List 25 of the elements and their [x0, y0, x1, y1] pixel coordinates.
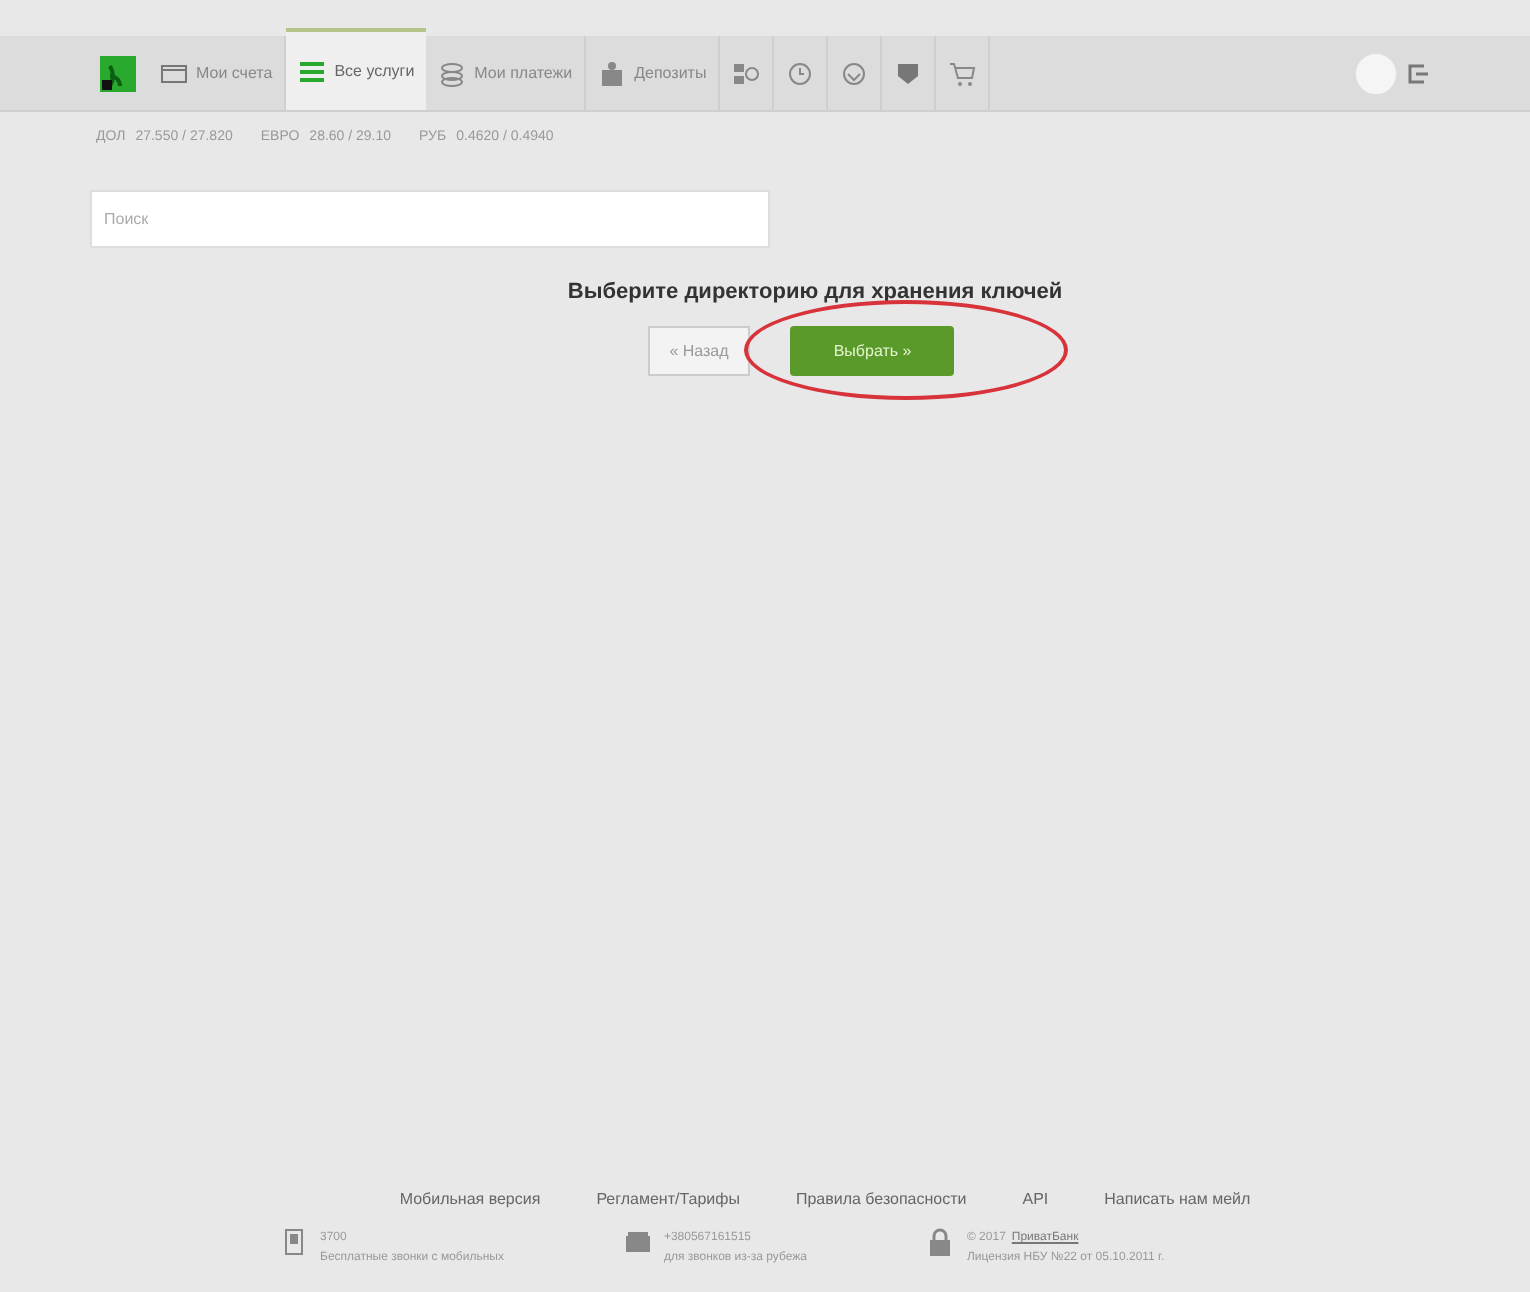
coins-icon: [438, 59, 467, 87]
clock-icon[interactable]: [786, 59, 815, 87]
footer-link[interactable]: Написать нам мейл: [1104, 1188, 1251, 1212]
search-field[interactable]: Поиск: [90, 189, 770, 247]
footer-link[interactable]: Правила безопасности: [795, 1188, 967, 1212]
dialog-title: Выберите директорию для хранения ключей: [567, 277, 1063, 307]
bag-icon: [598, 59, 627, 87]
choose-button[interactable]: Выбрать »: [790, 326, 955, 376]
exchange-icon[interactable]: [732, 59, 761, 87]
nav-tab[interactable]: Все услуги: [286, 28, 427, 110]
bank-logo-icon[interactable]: [100, 55, 136, 91]
circle-icon[interactable]: [840, 59, 869, 87]
lock-icon: [926, 1228, 955, 1256]
back-button[interactable]: « Назад: [647, 326, 751, 376]
phone-icon: [280, 1228, 308, 1256]
logout-icon[interactable]: [1406, 61, 1430, 85]
nav-tab[interactable]: Депозиты: [586, 36, 721, 110]
list-icon: [298, 57, 327, 85]
footer-link[interactable]: Регламент/Тарифы: [596, 1188, 740, 1212]
card-icon: [160, 59, 188, 87]
nav-tab[interactable]: Мои платежи: [426, 36, 587, 110]
footer-link[interactable]: API: [1022, 1188, 1049, 1212]
desk-phone-icon: [623, 1228, 652, 1256]
footer-link[interactable]: Мобильная версия: [399, 1188, 541, 1212]
cart-icon[interactable]: [948, 59, 977, 87]
